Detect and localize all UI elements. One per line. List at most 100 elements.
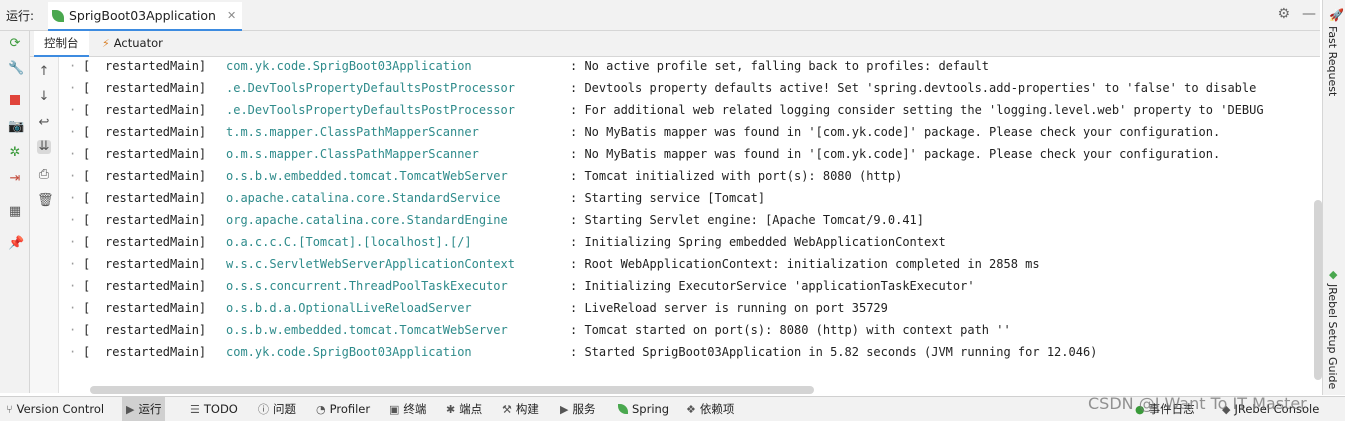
print-icon[interactable]: ⎙ (37, 168, 51, 182)
console-line: · [restartedMain] o.s.s.concurrent.ThreadP… (59, 275, 1321, 297)
soft-wrap-icon[interactable]: ↩ (37, 116, 51, 130)
line-bracket: [ (83, 279, 91, 293)
log-message: : Started SprigBoot03Application in 5.82… (570, 345, 1098, 359)
console-line: · [restartedMain] o.s.b.w.embedded.tomcat.… (59, 319, 1321, 341)
thread-name: restartedMain] (105, 125, 207, 139)
horizontal-scrollbar[interactable] (90, 386, 814, 394)
dependencies-button[interactable]: ❖ 依赖项 (686, 397, 734, 421)
dependencies-icon: ❖ (686, 402, 696, 416)
console-line: · [restartedMain] o.s.b.d.a.OptionalLiveRe… (59, 297, 1321, 319)
pin-icon[interactable]: 📌 (8, 237, 24, 251)
line-dot: · (69, 345, 77, 359)
terminal-button[interactable]: ▣ 终端 (389, 397, 426, 421)
logger-name: org.apache.catalina.core.StandardEngine (226, 213, 508, 227)
logger-name: w.s.c.ServletWebServerApplicationContext (226, 257, 515, 271)
console-line: · [restartedMain] com.yk.code.SprigBoot03A… (59, 55, 1321, 77)
log-message: : Starting service [Tomcat] (570, 191, 766, 205)
thread-name: restartedMain] (105, 323, 207, 337)
play-icon: ▶ (126, 402, 135, 416)
jrebel-icon: ◆ (1329, 268, 1338, 281)
line-bracket: [ (83, 235, 91, 249)
jrebel-setup-tab[interactable]: JRebel Setup Guide (1326, 284, 1339, 389)
thread-name: restartedMain] (105, 345, 207, 359)
run-actions-toolbar: ⟳ 🔧 📷 ✲ ⇥ ▦ 📌 (0, 31, 30, 393)
line-bracket: [ (83, 125, 91, 139)
log-message: : LiveReload server is running on port 3… (570, 301, 888, 315)
watermark: CSDN @I Want To IT Master (1088, 394, 1307, 413)
arrow-down-icon[interactable]: ↓ (37, 90, 51, 104)
line-bracket: [ (83, 257, 91, 271)
endpoints-icon: ✱ (446, 402, 456, 416)
line-bracket: [ (83, 147, 91, 161)
line-dot: · (69, 191, 77, 205)
trash-icon[interactable]: 🗑 (37, 194, 54, 208)
close-icon[interactable]: ✕ (227, 9, 236, 22)
line-dot: · (69, 59, 77, 73)
thread-name: restartedMain] (105, 103, 207, 117)
console-output[interactable]: · [ restartedMain] com.yk.code.SprigBoot03A… (59, 55, 1321, 385)
logger-name: .e.DevToolsPropertyDefaultsPostProcessor (226, 81, 515, 95)
services-button[interactable]: ▶ 服务 (560, 397, 595, 421)
tab-console-label: 控制台 (44, 36, 79, 50)
log-message: : Devtools property defaults active! Set… (570, 81, 1257, 95)
version-control-label: Version Control (16, 402, 105, 416)
wrench-icon[interactable]: 🔧 (8, 62, 24, 76)
tab-console[interactable]: 控制台 (34, 31, 89, 57)
run-button[interactable]: ▶ 运行 (122, 397, 166, 421)
layout-icon[interactable]: ▦ (8, 205, 22, 219)
spring-label: Spring (632, 402, 670, 416)
logger-name: t.m.s.mapper.ClassPathMapperScanner (226, 125, 479, 139)
terminal-label: 终端 (403, 402, 427, 416)
arrow-up-icon[interactable]: ↑ (37, 65, 51, 79)
todo-button[interactable]: ☰ TODO (190, 397, 238, 421)
console-line: · [restartedMain] w.s.c.ServletWebServerAp… (59, 253, 1321, 275)
run-label: 运行: (6, 9, 35, 23)
line-dot: · (69, 301, 77, 315)
vertical-scrollbar[interactable] (1314, 200, 1322, 380)
profiler-button[interactable]: ◔ Profiler (316, 397, 370, 421)
console-line: · [restartedMain] .e.DevToolsPropertyDefau… (59, 77, 1321, 99)
line-bracket: [ (83, 323, 91, 337)
debug-icon[interactable]: ✲ (8, 146, 22, 160)
line-bracket: [ (83, 213, 91, 227)
log-message: : Tomcat initialized with port(s): 8080 … (570, 169, 903, 183)
camera-icon[interactable]: 📷 (8, 120, 24, 134)
tab-actuator[interactable]: ⚡ Actuator (102, 31, 163, 55)
run-tab[interactable]: SprigBoot03Application ✕ (48, 2, 243, 31)
logger-name: com.yk.code.SprigBoot03Application (226, 345, 472, 359)
console-line: · [restartedMain] o.apache.catalina.core.S… (59, 187, 1321, 209)
minimize-icon[interactable]: — (1302, 6, 1316, 22)
gear-icon[interactable]: ⚙ (1277, 6, 1290, 22)
breakpoints-label: 端点 (459, 402, 483, 416)
fast-request-tab[interactable]: Fast Request (1326, 26, 1339, 96)
build-label: 构建 (515, 402, 539, 416)
breakpoints-button[interactable]: ✱ 端点 (446, 397, 482, 421)
info-icon: ⓘ (258, 403, 269, 416)
thread-name: restartedMain] (105, 257, 207, 271)
thread-name: restartedMain] (105, 235, 207, 249)
console-line: · [restartedMain] org.apache.catalina.core… (59, 209, 1321, 231)
logger-name: o.s.s.concurrent.ThreadPoolTaskExecutor (226, 279, 508, 293)
exit-icon[interactable]: ⇥ (8, 172, 22, 186)
spring-button[interactable]: Spring (618, 397, 669, 421)
scroll-to-end-icon[interactable]: ⇊ (37, 140, 51, 154)
spring-leaf-icon (52, 9, 64, 22)
todo-label: TODO (203, 402, 238, 416)
problems-label: 问题 (273, 402, 296, 416)
run-toolwindow-header: 运行: SprigBoot03Application ✕ ⚙ — (0, 0, 1320, 31)
console-line: · [restartedMain] o.s.b.w.embedded.tomcat.… (59, 165, 1321, 187)
line-dot: · (69, 103, 77, 117)
header-actions: ⚙ — (1277, 6, 1316, 22)
problems-button[interactable]: ⓘ 问题 (258, 397, 296, 421)
line-bracket: [ (83, 191, 91, 205)
logger-name: .e.DevToolsPropertyDefaultsPostProcessor (226, 103, 515, 117)
services-icon: ▶ (560, 402, 569, 416)
line-dot: · (69, 81, 77, 95)
stop-icon[interactable] (8, 94, 22, 108)
version-control-button[interactable]: ⑂ Version Control (6, 397, 104, 421)
build-button[interactable]: ⚒ 构建 (502, 397, 539, 421)
thread-name: restartedMain] (105, 213, 207, 227)
rerun-icon[interactable]: ⟳ (8, 37, 22, 51)
console-line: · [restartedMain] o.a.c.c.C.[Tomcat].[loca… (59, 231, 1321, 253)
rocket-icon: 🚀 (1329, 8, 1344, 22)
